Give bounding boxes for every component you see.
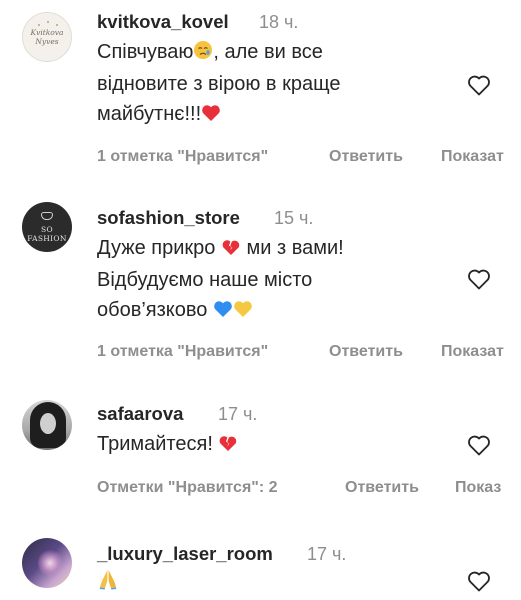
- comment-username[interactable]: kvitkova_kovel: [97, 11, 229, 33]
- avatar[interactable]: [22, 538, 72, 588]
- avatar-logo-mark: [41, 212, 53, 220]
- comment-text: Тримайтеся!: [97, 429, 238, 461]
- comment-text-segment: ми з вами!: [240, 237, 344, 259]
- avatar[interactable]: Kvitkova Nyves: [22, 12, 72, 62]
- comment-actions: 1 отметка "Нравится" Ответить Показат: [97, 148, 504, 166]
- reply-button[interactable]: Ответить: [345, 479, 419, 497]
- folded-hands-icon: [97, 568, 119, 599]
- show-translation-button[interactable]: Показат: [441, 343, 504, 361]
- show-translation-button[interactable]: Показ: [455, 479, 501, 497]
- comment-text: [97, 567, 119, 599]
- comment-item: SO FASHION sofashion_store 15 ч. Дуже пр…: [0, 196, 521, 376]
- comment-timestamp[interactable]: 17 ч.: [218, 404, 257, 425]
- avatar-logo-text: Kvitkova Nyves: [30, 28, 64, 46]
- comment-username[interactable]: safaarova: [97, 403, 183, 425]
- comment-timestamp[interactable]: 15 ч.: [274, 208, 313, 229]
- comment-text-line: відновите з вірою в краще: [97, 73, 341, 95]
- comment-text-segment: Співчуваю: [97, 41, 194, 63]
- show-translation-button[interactable]: Показат: [441, 148, 504, 166]
- like-heart-icon[interactable]: [467, 570, 491, 592]
- comment-text-segment: , але ви все: [213, 41, 323, 63]
- broken-heart-icon: [221, 235, 241, 265]
- reply-button[interactable]: Ответить: [329, 148, 403, 166]
- likes-count-link[interactable]: 1 отметка "Нравится": [97, 148, 268, 165]
- like-heart-icon[interactable]: [467, 268, 491, 290]
- comment-text-segment: Дуже прикро: [97, 237, 216, 259]
- blue-heart-icon: [213, 297, 233, 327]
- reply-button[interactable]: Ответить: [329, 343, 403, 361]
- avatar-logo-text: SO FASHION: [27, 225, 67, 243]
- yellow-heart-icon: [233, 297, 253, 327]
- comment-username[interactable]: _luxury_laser_room: [97, 543, 273, 565]
- likes-count-link[interactable]: 1 отметка "Нравится": [97, 343, 268, 360]
- comment-text-segment: майбутнє!!!: [97, 103, 202, 125]
- comment-timestamp[interactable]: 18 ч.: [259, 12, 298, 33]
- red-heart-icon: [201, 101, 221, 131]
- avatar[interactable]: [22, 400, 72, 450]
- comment-text-line: Відбудуємо наше місто: [97, 269, 313, 291]
- comment-text-segment: Тримайтеся!: [97, 433, 213, 455]
- comment-timestamp[interactable]: 17 ч.: [307, 544, 346, 565]
- likes-count-link[interactable]: Отметки "Нравится": 2: [97, 479, 278, 496]
- comment-actions: Отметки "Нравится": 2 Ответить Показ: [97, 479, 501, 497]
- like-heart-icon[interactable]: [467, 434, 491, 456]
- crying-face-icon: [193, 39, 213, 69]
- comment-text-segment: обов’язково: [97, 299, 208, 321]
- comment-text: Співчуваю , але ви все відновите з вірою …: [97, 37, 340, 131]
- broken-heart-icon: [218, 431, 238, 461]
- comment-text: Дуже прикро ми з вами! Відбудуємо наше м…: [97, 233, 344, 327]
- comment-item: Kvitkova Nyves kvitkova_kovel 18 ч. Спів…: [0, 0, 521, 180]
- comment-username[interactable]: sofashion_store: [97, 207, 240, 229]
- comment-item: _luxury_laser_room 17 ч.: [0, 532, 521, 600]
- like-heart-icon[interactable]: [467, 74, 491, 96]
- comment-actions: 1 отметка "Нравится" Ответить Показат: [97, 343, 504, 361]
- comment-item: safaarova 17 ч. Тримайтеся! Отметки "Нра…: [0, 392, 521, 512]
- avatar[interactable]: SO FASHION: [22, 202, 72, 252]
